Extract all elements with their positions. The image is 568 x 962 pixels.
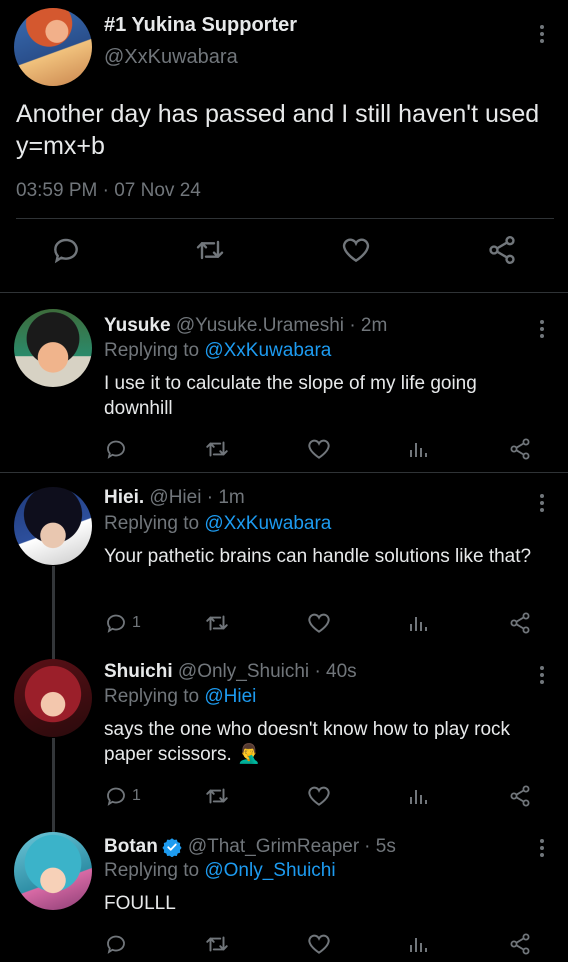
like-icon[interactable]	[306, 435, 332, 463]
avatar[interactable]	[14, 8, 92, 86]
avatar[interactable]	[14, 487, 92, 565]
more-options-icon[interactable]	[540, 317, 544, 341]
reply-text: Your pathetic brains can handle solution…	[104, 546, 532, 567]
reply-count: 1	[132, 614, 141, 631]
handle[interactable]: @Only_Shuichi	[178, 661, 309, 682]
reply-tweet[interactable]: Hiei. @Hiei · 1m Replying to @XxKuwabara…	[0, 473, 568, 645]
like-icon[interactable]	[340, 234, 372, 266]
retweet-icon[interactable]	[204, 930, 230, 958]
share-icon[interactable]	[508, 435, 532, 463]
reply-actions: 1	[104, 609, 568, 641]
analytics-icon[interactable]	[406, 609, 430, 637]
replying-handle-link[interactable]: @Only_Shuichi	[204, 860, 335, 881]
reply-tweet[interactable]: Yusuke @Yusuke.Urameshi · 2m Replying to…	[0, 293, 568, 473]
replying-label: Replying to	[104, 860, 200, 881]
reply-count: 1	[132, 787, 141, 804]
reply-icon[interactable]	[104, 930, 132, 958]
reply-actions	[104, 435, 568, 467]
replying-label: Replying to	[104, 513, 200, 534]
replying-handle-link[interactable]: @XxKuwabara	[204, 340, 331, 361]
display-name[interactable]: #1 Yukina Supporter	[104, 14, 297, 37]
reply-icon[interactable]	[104, 435, 132, 463]
reply-icon[interactable]: 1	[104, 782, 141, 810]
like-icon[interactable]	[306, 609, 332, 637]
avatar[interactable]	[14, 659, 92, 737]
display-name[interactable]: Botan	[104, 836, 158, 858]
replying-label: Replying to	[104, 340, 200, 361]
handle[interactable]: @XxKuwabara	[104, 46, 238, 69]
replying-handle-link[interactable]: @Hiei	[204, 686, 256, 707]
display-name[interactable]: Shuichi	[104, 661, 173, 682]
tweet-text: Another day has passed and I still haven…	[16, 100, 540, 160]
reply-icon[interactable]: 1	[104, 609, 141, 637]
replying-to: Replying to @Only_Shuichi	[104, 860, 336, 882]
more-options-icon[interactable]	[540, 836, 544, 860]
avatar[interactable]	[14, 309, 92, 387]
retweet-icon[interactable]	[204, 435, 230, 463]
share-icon[interactable]	[508, 930, 532, 958]
analytics-icon[interactable]	[406, 930, 430, 958]
post-time: · 2m	[349, 315, 388, 336]
handle[interactable]: @Yusuke.Urameshi	[176, 315, 344, 336]
display-name[interactable]: Hiei.	[104, 487, 144, 508]
divider	[16, 218, 554, 219]
main-tweet: #1 Yukina Supporter @XxKuwabara Another …	[0, 0, 568, 293]
replying-to: Replying to @Hiei	[104, 686, 256, 708]
reply-header: Yusuke @Yusuke.Urameshi · 2m	[104, 315, 387, 337]
more-options-icon[interactable]	[540, 22, 544, 46]
retweet-icon[interactable]	[204, 782, 230, 810]
like-icon[interactable]	[306, 782, 332, 810]
reply-actions	[104, 930, 568, 962]
display-name[interactable]: Yusuke	[104, 315, 171, 336]
reply-header: Hiei. @Hiei · 1m	[104, 487, 245, 509]
reply-text: FOULLL	[104, 893, 176, 914]
reply-text: I use it to calculate the slope of my li…	[104, 373, 477, 419]
reply-icon[interactable]	[50, 234, 82, 266]
like-icon[interactable]	[306, 930, 332, 958]
tweet-actions	[0, 234, 568, 278]
verified-badge-icon	[162, 837, 182, 857]
reply-header: Botan @That_GrimReaper · 5s	[104, 836, 396, 858]
share-icon[interactable]	[508, 609, 532, 637]
retweet-icon[interactable]	[204, 609, 230, 637]
more-options-icon[interactable]	[540, 663, 544, 687]
share-icon[interactable]	[508, 782, 532, 810]
reply-header: Shuichi @Only_Shuichi · 40s	[104, 661, 357, 683]
reply-tweet[interactable]: Shuichi @Only_Shuichi · 40s Replying to …	[0, 645, 568, 820]
post-time: · 5s	[364, 836, 396, 857]
post-time: · 40s	[314, 661, 357, 682]
replying-handle-link[interactable]: @XxKuwabara	[204, 513, 331, 534]
reply-text: says the one who doesn't know how to pla…	[104, 719, 511, 765]
handle[interactable]: @Hiei	[149, 487, 201, 508]
replying-label: Replying to	[104, 686, 200, 707]
replying-to: Replying to @XxKuwabara	[104, 340, 331, 362]
reply-tweet[interactable]: Botan @That_GrimReaper · 5s Replying to …	[0, 820, 568, 960]
reply-actions: 1	[104, 782, 568, 814]
avatar[interactable]	[14, 832, 92, 910]
retweet-icon[interactable]	[194, 234, 226, 266]
tweet-timestamp: 03:59 PM · 07 Nov 24	[16, 180, 201, 201]
analytics-icon[interactable]	[406, 435, 430, 463]
post-time: · 1m	[206, 487, 245, 508]
handle[interactable]: @That_GrimReaper	[188, 836, 359, 858]
more-options-icon[interactable]	[540, 491, 544, 515]
share-icon[interactable]	[486, 234, 518, 266]
analytics-icon[interactable]	[406, 782, 430, 810]
replying-to: Replying to @XxKuwabara	[104, 513, 331, 535]
